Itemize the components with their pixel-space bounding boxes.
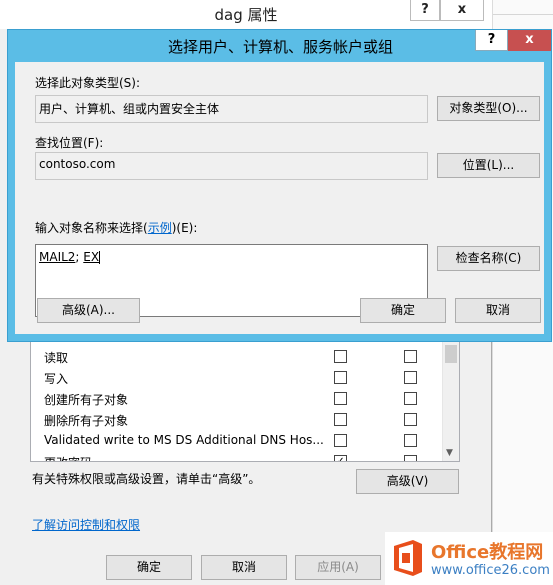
permissions-list: 读取 写入 创建所有子对象 删除所有子对象 Validated write to… <box>30 338 460 462</box>
deny-checkbox[interactable] <box>404 434 417 447</box>
watermark-title: Office教程网 <box>431 542 544 563</box>
back-window-titlebar: dag 属性 ? x <box>0 0 492 29</box>
locations-button[interactable]: 位置(L)... <box>437 153 540 178</box>
back-advanced-button[interactable]: 高级(V) <box>356 469 459 494</box>
permission-row: 更改密码 ✓ <box>31 451 443 461</box>
permission-row: 删除所有子对象 <box>31 409 443 430</box>
permission-label: 删除所有子对象 <box>44 414 129 428</box>
check-names-button[interactable]: 检查名称(C) <box>437 246 540 271</box>
dialog-close-button[interactable]: x <box>508 30 551 51</box>
examples-link[interactable]: 示例 <box>148 221 172 235</box>
dialog-advanced-button[interactable]: 高级(A)... <box>37 298 140 323</box>
permission-label: 读取 <box>44 351 69 365</box>
permission-row: 读取 <box>31 346 443 367</box>
scrollbar-thumb[interactable] <box>445 345 457 363</box>
permission-label: Validated write to MS DS Additional DNS … <box>44 433 324 447</box>
select-users-dialog: 选择用户、计算机、服务帐户或组 ? x 选择此对象类型(S): 用户、计算机、组… <box>7 29 552 342</box>
permissions-scrollbar[interactable]: ▼ <box>442 339 459 461</box>
location-label: 查找位置(F): <box>35 136 104 150</box>
learn-access-control-link[interactable]: 了解访问控制和权限 <box>32 516 140 533</box>
object-types-button[interactable]: 对象类型(O)... <box>437 96 540 121</box>
deny-checkbox[interactable] <box>404 413 417 426</box>
allow-checkbox-checked[interactable]: ✓ <box>334 455 347 461</box>
deny-checkbox[interactable] <box>404 392 417 405</box>
deny-checkbox[interactable] <box>404 371 417 384</box>
object-type-label: 选择此对象类型(S): <box>35 76 141 90</box>
advanced-note: 有关特殊权限或高级设置，请单击“高级”。 <box>32 472 261 486</box>
name-entry: MAIL2 <box>39 250 76 264</box>
dialog-help-button[interactable]: ? <box>475 30 508 51</box>
allow-checkbox[interactable] <box>334 371 347 384</box>
office-logo-icon <box>394 540 422 576</box>
names-label: 输入对象名称来选择(示例)(E): <box>35 221 198 235</box>
dialog-body: 选择此对象类型(S): 用户、计算机、组或内置安全主体 对象类型(O)... 查… <box>15 62 544 334</box>
dialog-cancel-button[interactable]: 取消 <box>455 298 541 323</box>
watermark: Office教程网 www.office26.com <box>385 532 553 585</box>
name-entry: EX <box>83 250 100 264</box>
permission-row: 写入 <box>31 367 443 388</box>
deny-checkbox[interactable] <box>404 455 417 461</box>
allow-checkbox[interactable] <box>334 392 347 405</box>
scroll-down-arrow-icon[interactable]: ▼ <box>446 448 453 458</box>
dialog-title: 选择用户、计算机、服务帐户或组 <box>167 38 393 56</box>
allow-checkbox[interactable] <box>334 413 347 426</box>
permission-label: 写入 <box>44 372 69 386</box>
deny-checkbox[interactable] <box>404 350 417 363</box>
permission-row: 创建所有子对象 <box>31 388 443 409</box>
location-field: contoso.com <box>35 152 428 180</box>
object-type-field: 用户、计算机、组或内置安全主体 <box>35 95 428 123</box>
back-apply-button[interactable]: 应用(A) <box>295 555 381 580</box>
permission-row: Validated write to MS DS Additional DNS … <box>31 430 443 451</box>
allow-checkbox[interactable] <box>334 350 347 363</box>
back-help-button[interactable]: ? <box>410 0 440 21</box>
watermark-url: www.office26.com <box>431 563 550 578</box>
back-ok-button[interactable]: 确定 <box>106 555 192 580</box>
permission-label: 创建所有子对象 <box>44 393 129 407</box>
back-cancel-button[interactable]: 取消 <box>201 555 287 580</box>
back-close-button[interactable]: x <box>440 0 484 21</box>
allow-checkbox[interactable] <box>334 434 347 447</box>
permission-label: 更改密码 <box>44 454 92 461</box>
dialog-ok-button[interactable]: 确定 <box>360 298 446 323</box>
